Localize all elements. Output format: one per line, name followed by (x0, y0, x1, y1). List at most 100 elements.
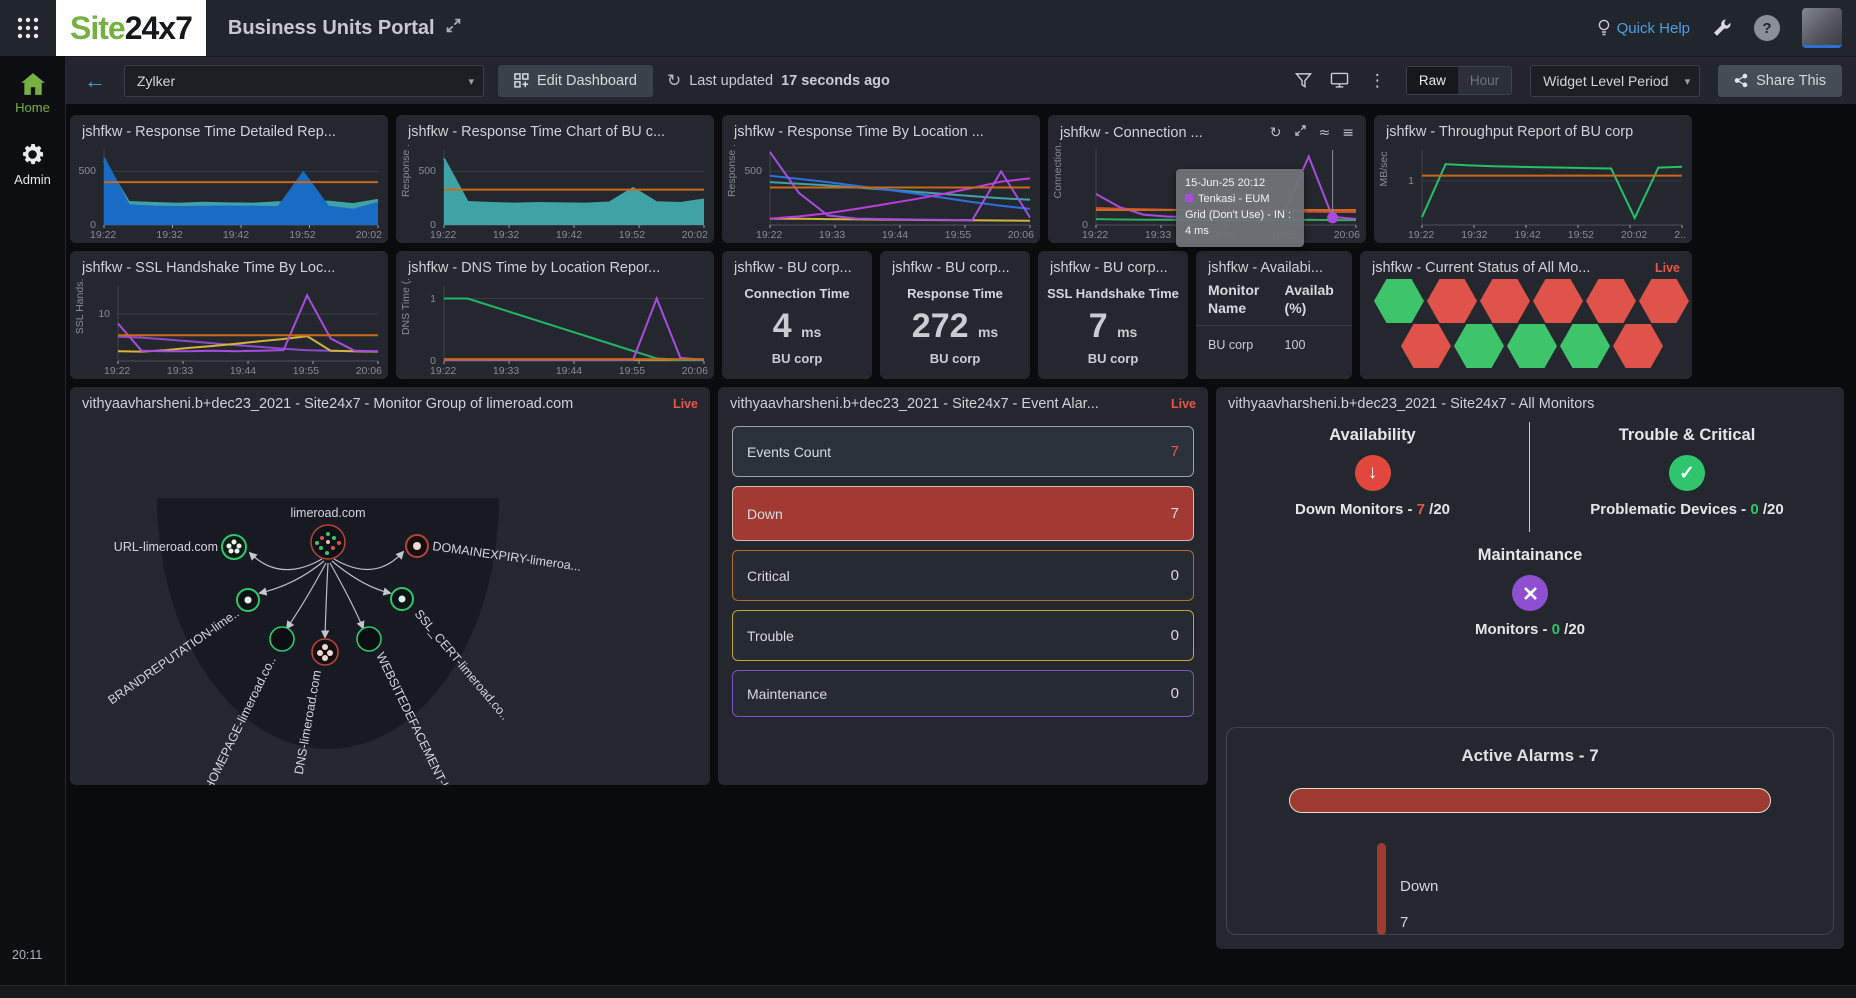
down-alarm-bar[interactable] (1377, 843, 1386, 935)
monitor-hexagon-down[interactable] (1480, 279, 1530, 323)
node-dns[interactable] (312, 639, 338, 665)
monitor-hexagon-up[interactable] (1454, 324, 1504, 368)
share-this-button[interactable]: Share This (1718, 65, 1842, 97)
col-availability: Availab (%) (1285, 282, 1340, 317)
widget-title: vithyaavharsheni.b+dec23_2021 - Site24x7… (730, 396, 1099, 412)
tooltip-series: Tenkasi - EUM (1198, 193, 1270, 205)
widget-metric-connection-time: jshfkw - BU corp... Connection Time 4 ms… (722, 251, 872, 379)
kebab-menu-icon[interactable]: ⋮ (1367, 71, 1388, 91)
live-badge: Live (1165, 397, 1196, 411)
ssl-handshake-chart: 10SSL Hands..19:2219:3319:4419:5520:06 (72, 279, 384, 377)
hexagon-grid (1360, 275, 1692, 379)
widget-expand-icon[interactable] (1294, 124, 1307, 141)
live-badge: Live (1649, 261, 1680, 275)
widget-throughput: jshfkw - Throughput Report of BU corp 1M… (1374, 115, 1692, 243)
dashboard-canvas: jshfkw - Response Time Detailed Rep... 5… (66, 104, 1856, 985)
response-time-detailed-chart: 500019:2219:3219:4219:5220:02 (72, 143, 384, 241)
monitor-hexagon-down[interactable] (1586, 279, 1636, 323)
y-axis-label: SSL Hands.. (74, 279, 88, 340)
widget-response-time-by-location: jshfkw - Response Time By Location ... 5… (722, 115, 1040, 243)
down-arrow-icon: ↓ (1355, 455, 1391, 491)
monitor-hexagon-up[interactable] (1507, 324, 1557, 368)
node-domainexpiry[interactable] (406, 535, 428, 557)
event-label: Maintenance (747, 686, 827, 702)
edit-dashboard-button[interactable]: Edit Dashboard (498, 65, 653, 97)
hour-toggle[interactable]: Hour (1458, 67, 1511, 94)
fullscreen-icon[interactable] (445, 17, 462, 39)
widget-title: jshfkw - SSL Handshake Time By Loc... (82, 260, 335, 276)
widget-title: jshfkw - BU corp... (1050, 260, 1168, 276)
widget-menu-icon[interactable]: ≡ (1342, 125, 1354, 141)
back-arrow-icon[interactable]: ← (80, 70, 110, 92)
widget-response-time-detailed: jshfkw - Response Time Detailed Rep... 5… (70, 115, 388, 243)
node-url-limeroad[interactable] (222, 535, 246, 559)
app-grid-icon[interactable] (0, 0, 56, 56)
help-icon[interactable]: ? (1754, 15, 1780, 41)
monitor-hexagon-down[interactable] (1401, 324, 1451, 368)
topology-graph: limeroad.com URL-limeroad.com DOMAINEXPI… (70, 387, 710, 785)
node-homepage[interactable] (270, 627, 294, 651)
wrench-icon[interactable] (1712, 18, 1732, 38)
event-label: Events Count (747, 444, 831, 460)
sidebar-admin-label: Admin (14, 172, 51, 187)
metric-monitor: BU corp (722, 351, 872, 366)
event-row-down[interactable]: Down 7 (732, 486, 1194, 541)
quick-help-link[interactable]: Quick Help (1597, 19, 1690, 37)
widget-level-period-value: Widget Level Period (1543, 73, 1668, 89)
metric-monitor: BU corp (1038, 351, 1188, 366)
event-value: 0 (1171, 567, 1179, 584)
site24x7-logo[interactable]: Site24x7 (56, 0, 206, 56)
node-brandreputation[interactable] (237, 589, 259, 611)
widget-current-status-hexmap: jshfkw - Current Status of All Mo... Liv… (1360, 251, 1692, 379)
widget-title: vithyaavharsheni.b+dec23_2021 - Site24x7… (82, 396, 573, 412)
node-ssl-cert[interactable] (391, 588, 413, 610)
live-badge: Live (667, 397, 698, 411)
sidebar-item-home[interactable]: Home (0, 56, 65, 125)
monitor-hexagon-down[interactable] (1639, 279, 1689, 323)
cell-monitor-name: BU corp (1208, 338, 1285, 352)
legend-label: Down (1400, 869, 1438, 905)
metric-label: Response Time (880, 286, 1030, 301)
widget-title: jshfkw - Connection ... (1060, 125, 1203, 141)
table-row[interactable]: BU corp 100 (1196, 326, 1352, 364)
filter-icon[interactable] (1295, 72, 1312, 89)
maintenance-monitors-line: Monitors - 0 /20 (1216, 621, 1844, 638)
chart-tooltip: 15-Jun-25 20:12 Tenkasi - EUM Grid (Don'… (1176, 169, 1304, 247)
node-limeroad[interactable] (311, 525, 345, 559)
event-row-events-count[interactable]: Events Count 7 (732, 426, 1194, 477)
refresh-icon[interactable]: ↻ (667, 71, 681, 91)
monitor-hexagon-down[interactable] (1613, 324, 1663, 368)
raw-toggle[interactable]: Raw (1407, 67, 1458, 94)
widget-level-period-select[interactable]: Widget Level Period ▾ (1530, 65, 1700, 97)
bulb-icon (1597, 19, 1611, 37)
event-row-maintenance[interactable]: Maintenance 0 (732, 670, 1194, 717)
dns-time-chart: 10DNS Time (..19:2219:3319:4419:5520:06 (398, 279, 710, 377)
x-axis-ticks: 19:2219:3219:4219:5220:02 (90, 229, 382, 241)
widget-response-time-chart: jshfkw - Response Time Chart of BU c... … (396, 115, 714, 243)
event-row-critical[interactable]: Critical 0 (732, 550, 1194, 601)
metric-value: 4 ms (722, 309, 872, 343)
monitor-hexagon-down[interactable] (1427, 279, 1477, 323)
node-websitedefacement[interactable] (357, 627, 381, 651)
availability-heading: Availability (1226, 426, 1519, 445)
throughput-chart: 1MB/sec19:2219:3219:4219:5220:022.. (1376, 143, 1688, 241)
sidebar-item-admin[interactable]: Admin (0, 125, 65, 197)
widget-trend-icon[interactable]: ≈ (1319, 125, 1331, 141)
share-this-label: Share This (1756, 73, 1826, 89)
monitor-hexagon-down[interactable] (1533, 279, 1583, 323)
display-icon[interactable] (1330, 72, 1349, 89)
monitor-hexagon-up[interactable] (1560, 324, 1610, 368)
edit-dashboard-label: Edit Dashboard (537, 73, 637, 89)
active-alarms-bar[interactable] (1289, 788, 1771, 813)
monitor-hexagon-up[interactable] (1374, 279, 1424, 323)
avatar[interactable] (1802, 8, 1842, 48)
x-axis-ticks: 19:2219:3219:4219:5220:02 (430, 229, 708, 241)
series-swatch (1185, 194, 1193, 202)
widget-title: jshfkw - Response Time Chart of BU c... (408, 124, 665, 140)
event-row-trouble[interactable]: Trouble 0 (732, 610, 1194, 661)
tooltip-date: 15-Jun-25 20:12 (1185, 176, 1295, 192)
event-label: Critical (747, 568, 790, 584)
edit-grid-icon (514, 73, 529, 88)
dashboard-select[interactable]: Zylker ▾ (124, 65, 484, 97)
widget-refresh-icon[interactable]: ↻ (1270, 125, 1282, 141)
